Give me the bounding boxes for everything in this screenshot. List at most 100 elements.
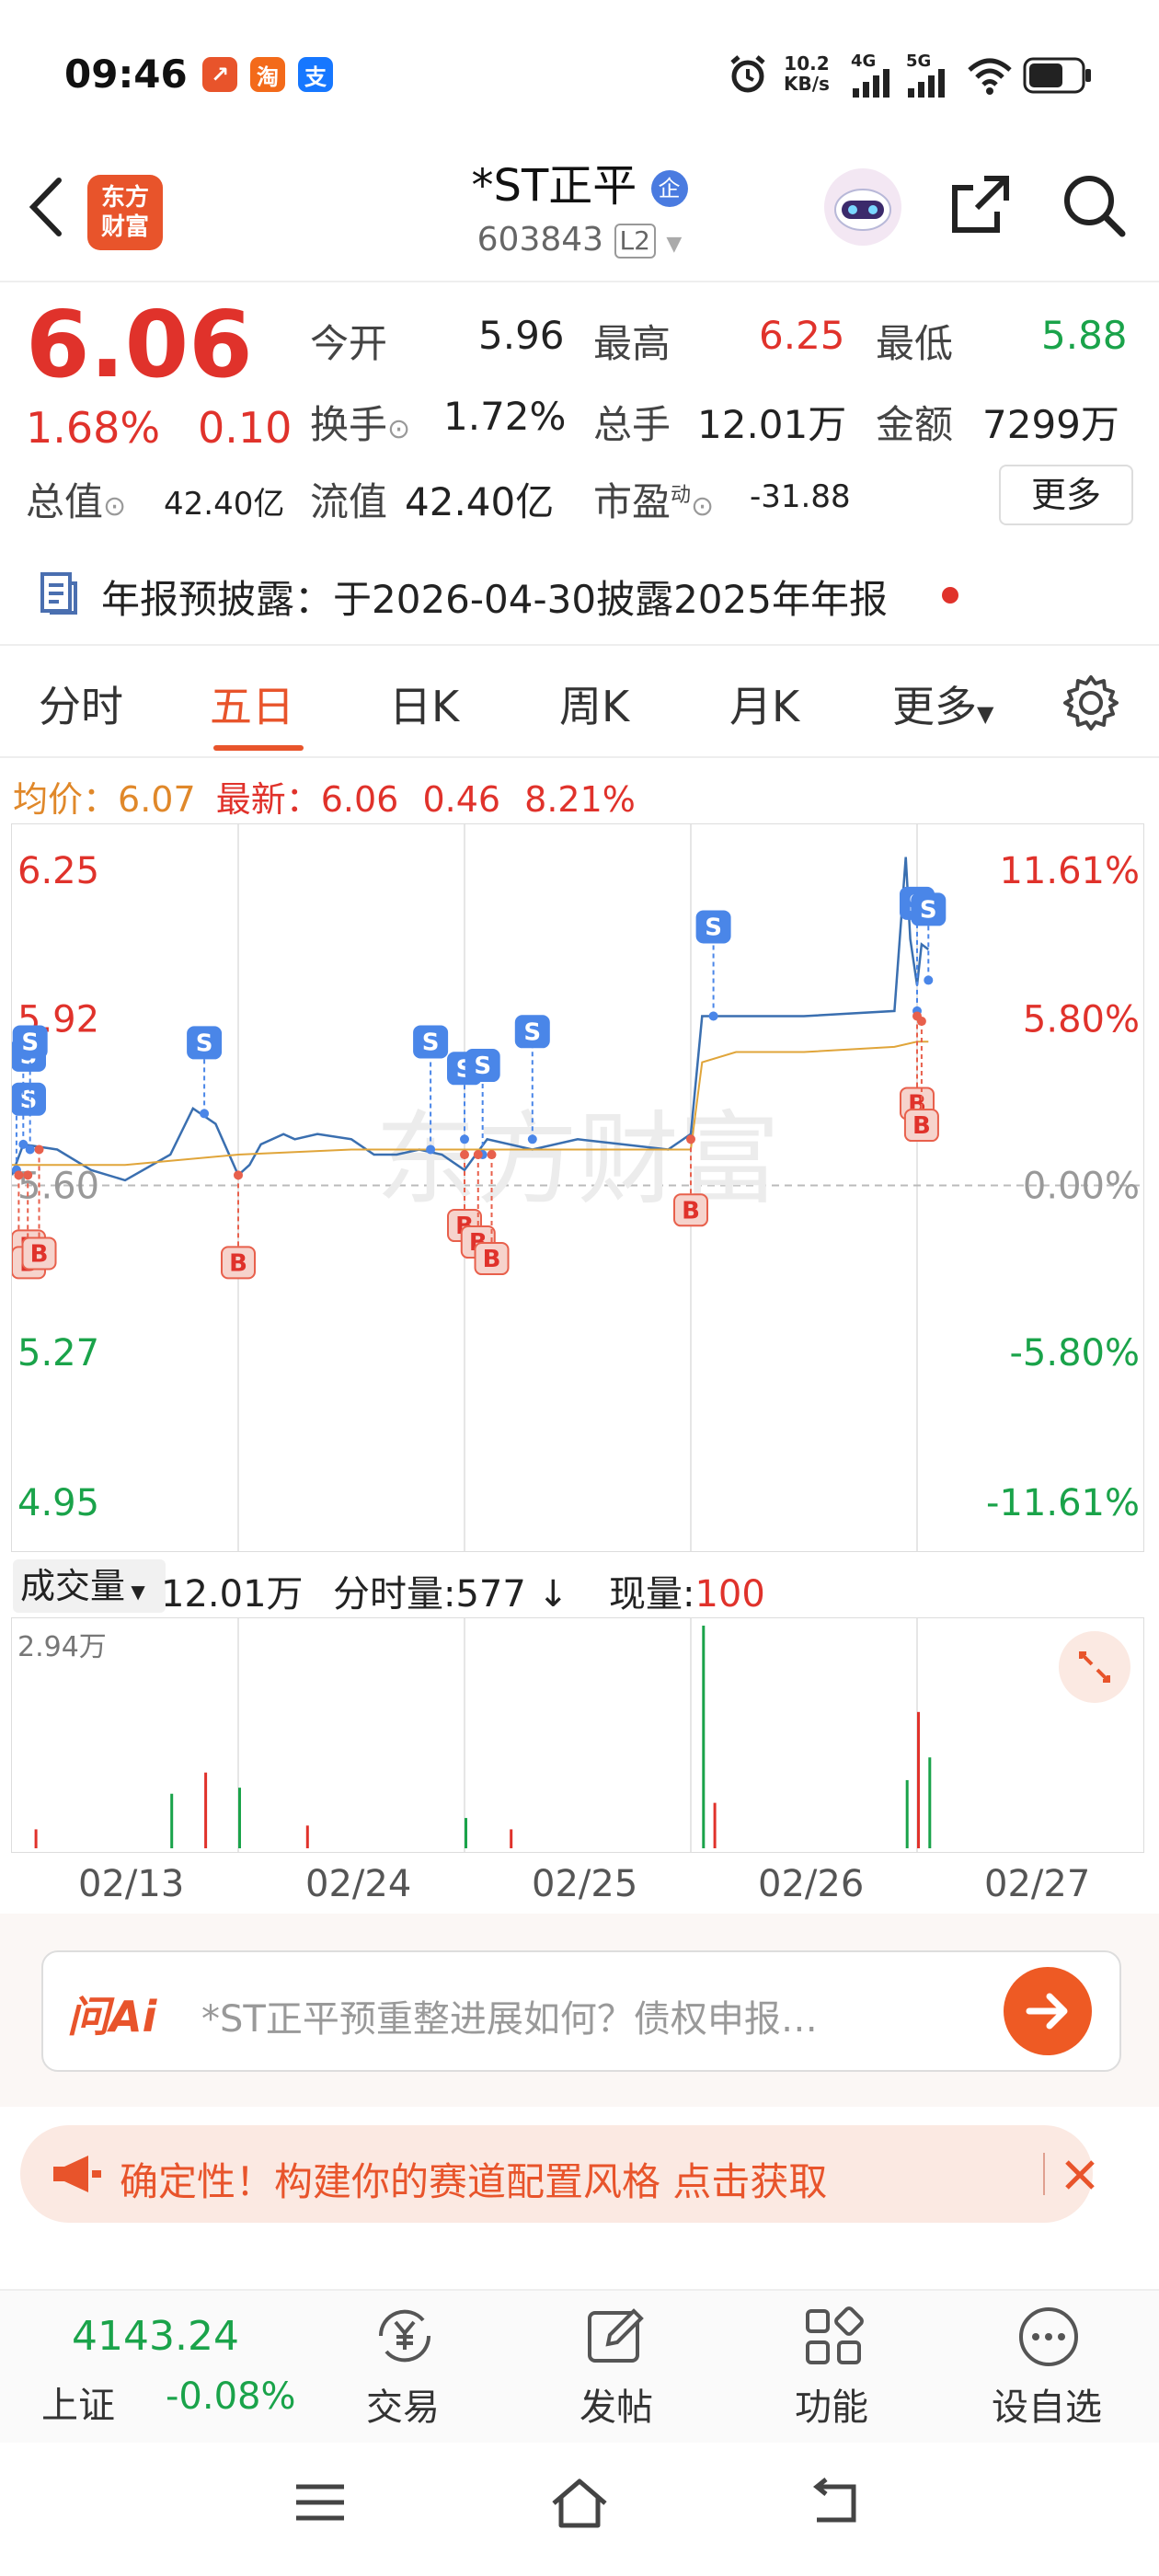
svg-text:S: S xyxy=(523,1018,541,1046)
tab-intraday[interactable]: 分时 xyxy=(39,673,123,734)
ask-ai-placeholder[interactable]: *ST正平预重整进展如何？债权申报… xyxy=(201,1989,818,2042)
y-tick-right: -11.61% xyxy=(986,1482,1140,1524)
yen-cycle-icon xyxy=(378,2309,431,2363)
svg-text:S: S xyxy=(196,1029,213,1057)
svg-text:B: B xyxy=(912,1112,931,1140)
svg-text:S: S xyxy=(21,1029,39,1056)
signal-icon xyxy=(908,69,945,98)
promo-banner[interactable]: 确定性！构建你的赛道配置风格 点击获取 xyxy=(20,2125,1095,2223)
svg-text:S: S xyxy=(920,896,937,924)
back-icon[interactable] xyxy=(808,2478,863,2529)
info-icon[interactable]: ⊙ xyxy=(387,413,410,445)
tab-monthly-k[interactable]: 月K xyxy=(729,673,799,734)
wifi-icon xyxy=(968,58,1012,95)
share-icon[interactable] xyxy=(947,171,1014,237)
open-label: 今开 xyxy=(310,321,388,366)
index-value[interactable]: 4143.24 xyxy=(72,2313,239,2360)
turnover-value: 1.72% xyxy=(443,394,567,439)
info-icon[interactable]: ⊙ xyxy=(103,490,126,523)
low-value: 5.88 xyxy=(1041,313,1128,358)
y-tick-left: 4.95 xyxy=(17,1482,99,1524)
svg-text:S: S xyxy=(474,1052,491,1080)
date-label: 02/24 xyxy=(305,1863,412,1905)
sell-marker[interactable]: S xyxy=(187,1026,223,1119)
low-label: 最低 xyxy=(876,321,954,366)
taobao-icon: 淘 xyxy=(250,57,285,92)
svg-text:B: B xyxy=(483,1246,501,1273)
nav-post[interactable]: 发帖 xyxy=(580,2377,653,2431)
y-tick-right: 0.00% xyxy=(1023,1166,1140,1208)
turnover-label: 换手⊙ xyxy=(310,402,411,447)
report-icon xyxy=(40,572,77,615)
index-change[interactable]: -0.08% xyxy=(166,2375,296,2418)
change-amount: 0.10 xyxy=(198,403,293,453)
volume-selector[interactable]: 成交量 ▼ xyxy=(13,1559,166,1613)
menu-icon[interactable] xyxy=(293,2479,348,2525)
ask-submit-button[interactable] xyxy=(1004,1967,1092,2055)
date-label: 02/13 xyxy=(78,1863,185,1905)
y-tick-left: 6.25 xyxy=(17,850,99,892)
down-arrow-icon: ↓ xyxy=(525,1573,569,1616)
current-volume: 现量:100 xyxy=(609,1573,765,1616)
settings-gear-icon[interactable] xyxy=(1061,673,1120,732)
nav-functions[interactable]: 功能 xyxy=(795,2377,868,2431)
search-icon[interactable] xyxy=(1060,171,1128,239)
svg-text:B: B xyxy=(229,1249,247,1277)
change-percent: 1.68% xyxy=(26,403,161,453)
volume-bar xyxy=(204,1772,208,1848)
volume-bar xyxy=(510,1829,513,1848)
date-label: 02/27 xyxy=(984,1863,1091,1905)
trade-icon[interactable] xyxy=(368,2304,442,2368)
volume-bar xyxy=(238,1788,241,1848)
functions-grid-icon[interactable] xyxy=(800,2304,866,2370)
app-badge-icon: ↗ xyxy=(202,57,237,92)
nav-add-watchlist[interactable]: 设自选 xyxy=(992,2377,1102,2431)
sell-marker[interactable]: S xyxy=(695,910,731,1021)
market-cap-label: 总值⊙ xyxy=(26,479,127,524)
notice-text[interactable]: 年报预披露：于2026-04-30披露2025年年报 xyxy=(101,569,888,625)
more-dots-icon[interactable] xyxy=(1016,2304,1082,2370)
clock: 09:46 xyxy=(64,52,188,97)
svg-text:S: S xyxy=(422,1029,440,1056)
current-price: 6.06 xyxy=(26,291,253,398)
divider xyxy=(1043,2153,1045,2195)
post-edit-icon[interactable] xyxy=(582,2304,648,2370)
index-name[interactable]: 上证 xyxy=(41,2375,115,2429)
volume-chart[interactable]: 2.94万 xyxy=(11,1617,1144,1853)
tab-more[interactable]: 更多▼ xyxy=(892,673,993,734)
tick-volume: 分时量:577 ↓ xyxy=(333,1573,569,1616)
more-button[interactable]: 更多 xyxy=(999,465,1133,525)
high-label: 最高 xyxy=(593,321,671,366)
dropdown-icon: ▼ xyxy=(977,701,994,727)
ai-assistant-icon[interactable] xyxy=(821,166,904,248)
close-icon[interactable] xyxy=(1061,2156,1098,2193)
sell-marker[interactable]: S xyxy=(12,1082,46,1175)
expand-icon xyxy=(1079,1651,1110,1683)
volume-bar xyxy=(34,1829,38,1848)
volume-chart-svg xyxy=(34,1618,932,1852)
nav-trade[interactable]: 交易 xyxy=(366,2377,440,2431)
ask-ai-box[interactable]: 问Ai *ST正平预重整进展如何？债权申报… xyxy=(41,1950,1121,2072)
bottom-nav: 4143.24 上证 -0.08% 交易 发帖 功能 设自选 xyxy=(0,2289,1159,2443)
info-icon[interactable]: ⊙ xyxy=(691,490,714,523)
market-cap-value: 42.40亿 xyxy=(164,486,285,523)
alarm-icon xyxy=(730,55,765,93)
tab-weekly-k[interactable]: 周K xyxy=(559,673,629,734)
tab-daily-k[interactable]: 日K xyxy=(389,673,459,734)
open-value: 5.96 xyxy=(478,313,565,358)
price-chart-svg: 东方财富6.25 11.61%5.92 5.80%5.60 0.00%5.27 -5.8… xyxy=(12,824,1143,1551)
buy-marker[interactable]: B xyxy=(903,1017,939,1143)
date-label: 02/25 xyxy=(532,1863,638,1905)
volume-bar xyxy=(917,1711,920,1848)
unread-dot xyxy=(942,587,958,604)
ask-ai-brand: 问Ai xyxy=(67,1992,157,2041)
expand-button[interactable] xyxy=(1059,1631,1130,1703)
volume-total: 12.01万 xyxy=(161,1573,304,1616)
five-day-chart[interactable]: 东方财富 6.25 11.61% 5.92 5.80% 5.60 0.00% 5.27 -5.8… xyxy=(11,823,1144,1552)
home-icon[interactable] xyxy=(548,2476,611,2531)
volume-max-label: 2.94万 xyxy=(17,1631,107,1663)
volume-value: 12.01万 xyxy=(697,402,847,447)
volume-bar xyxy=(465,1818,467,1848)
tab-five-day[interactable]: 五日 xyxy=(210,673,294,734)
amount-label: 金额 xyxy=(876,402,954,447)
